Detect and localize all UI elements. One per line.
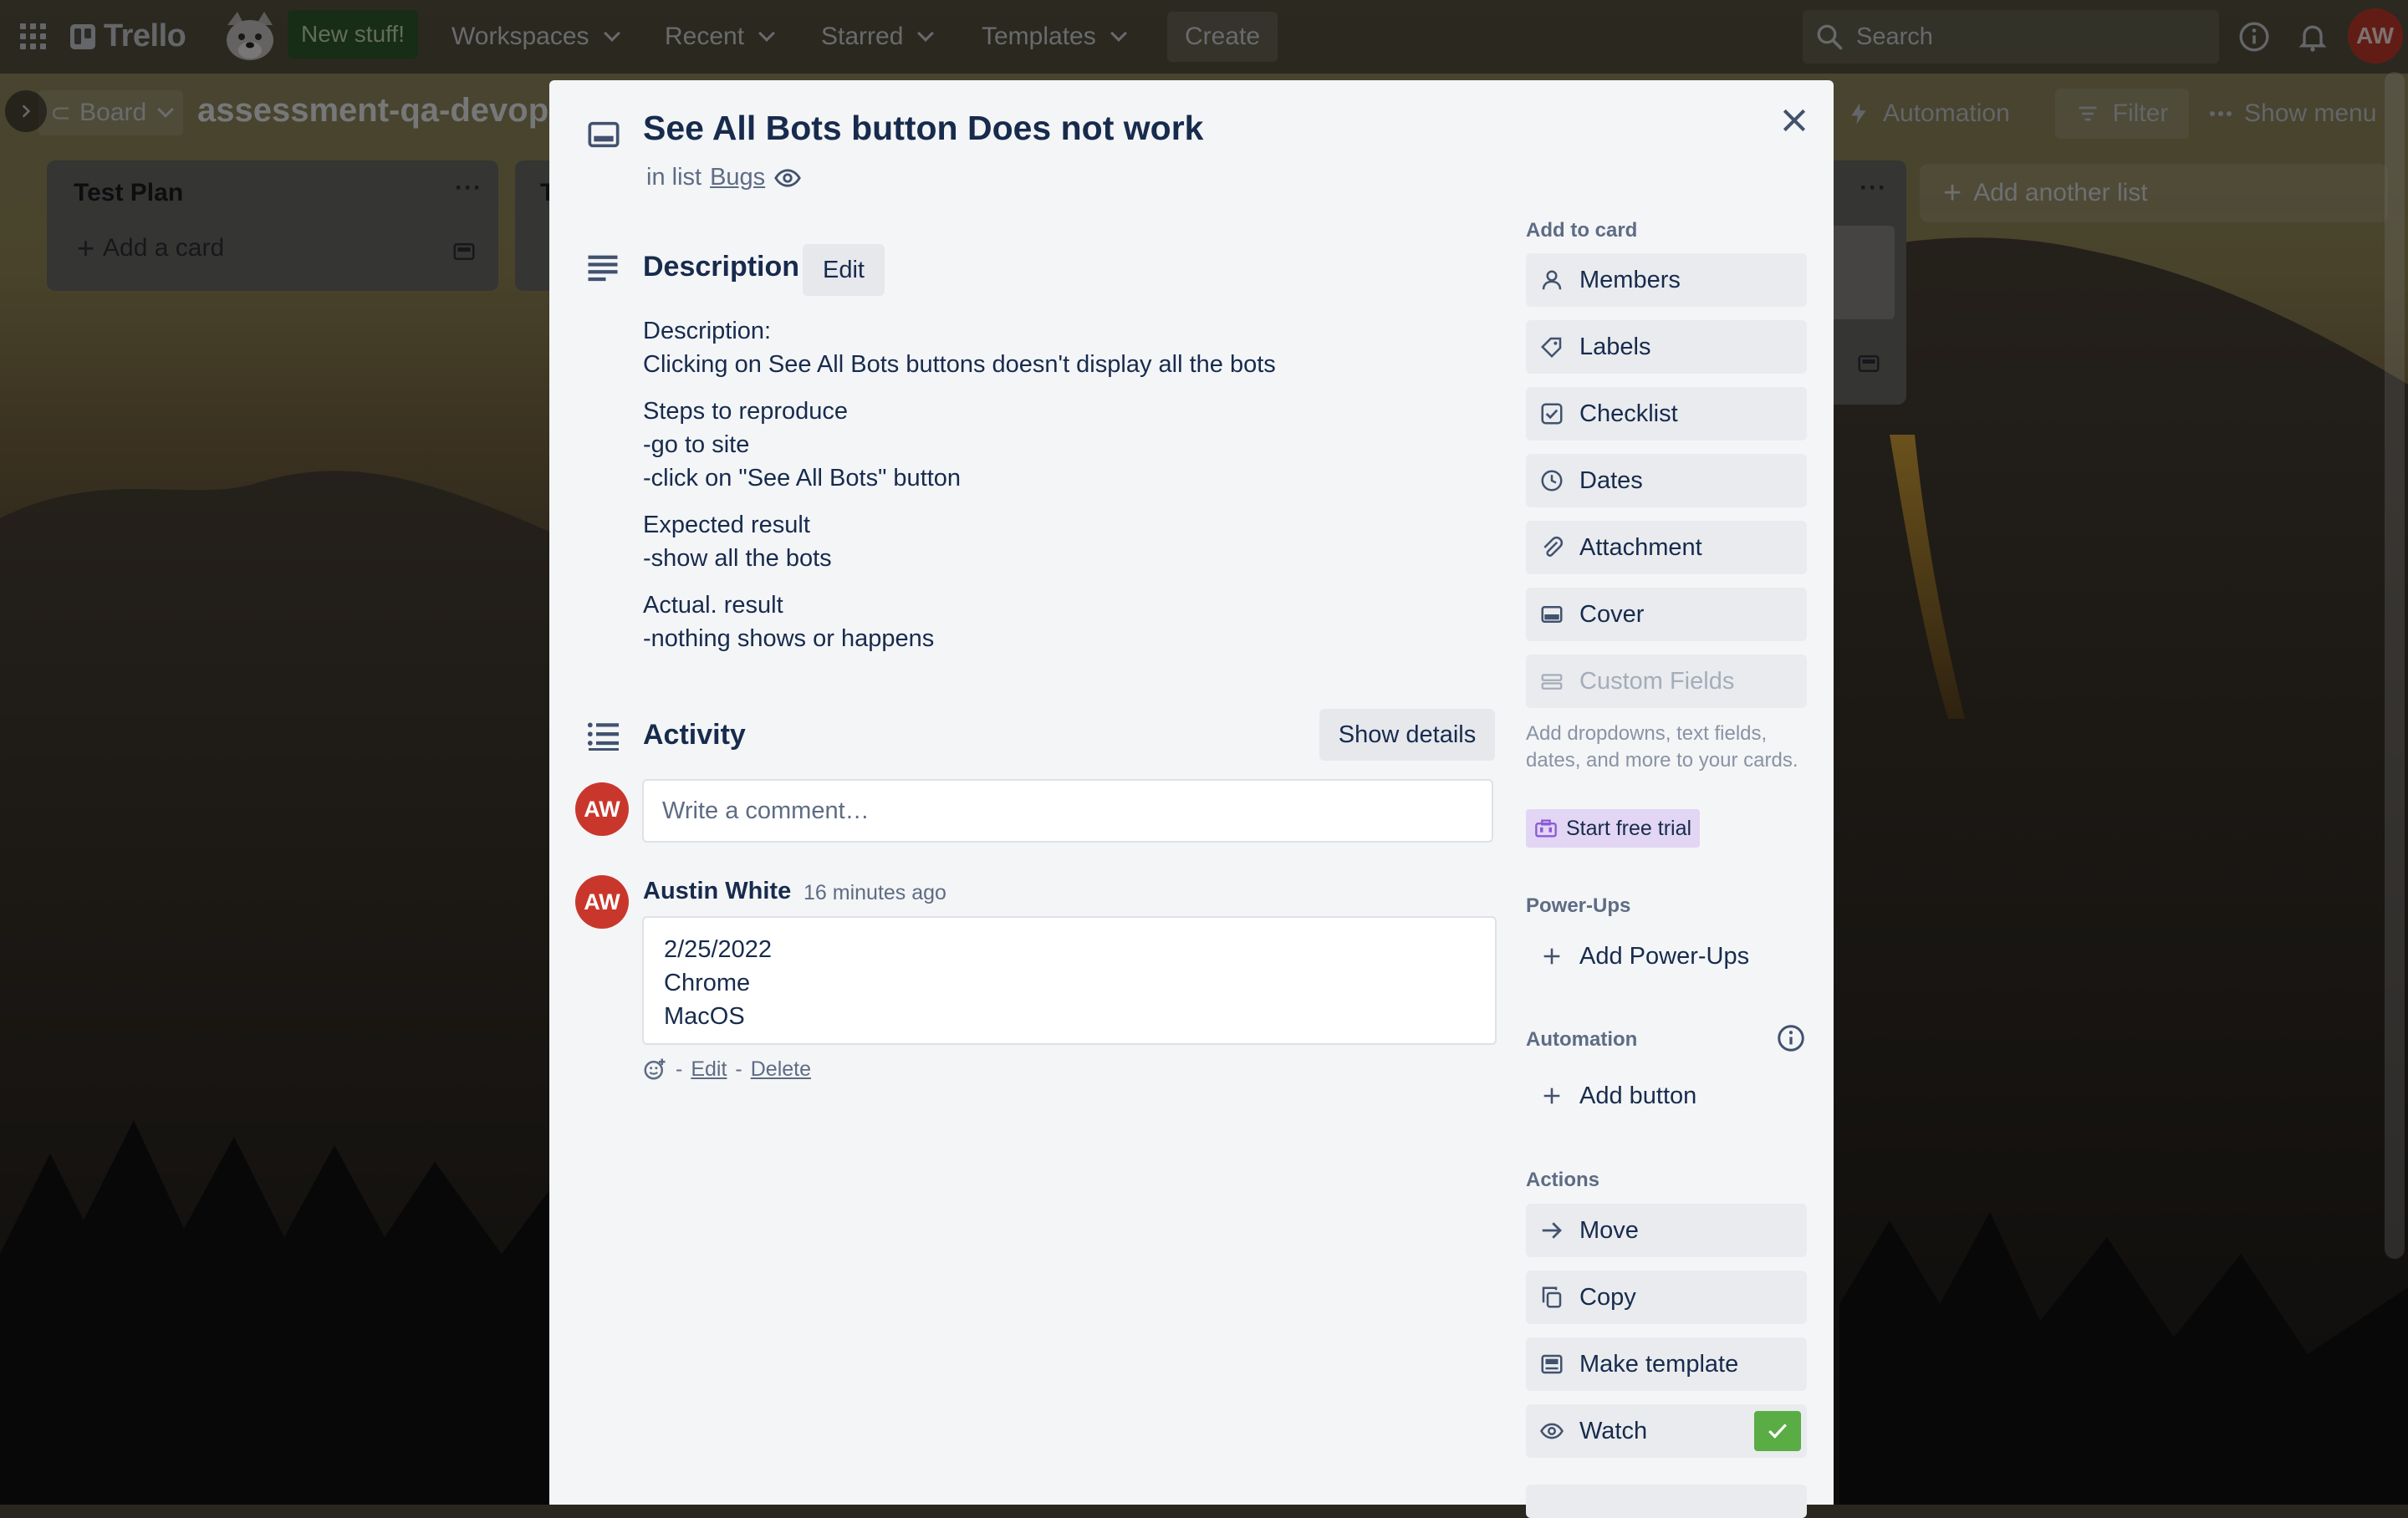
person-icon bbox=[1538, 266, 1566, 294]
members-button[interactable]: Members bbox=[1526, 253, 1807, 307]
description-text[interactable]: Description: Clicking on See All Bots but… bbox=[643, 314, 1462, 669]
close-icon[interactable] bbox=[1778, 104, 1811, 137]
comment-input[interactable] bbox=[642, 779, 1493, 843]
comment-author-avatar[interactable]: AW bbox=[575, 875, 629, 929]
comment-delete-link[interactable]: Delete bbox=[751, 1057, 811, 1082]
checklist-icon bbox=[1538, 400, 1566, 428]
add-to-card-heading: Add to card bbox=[1526, 219, 1638, 242]
clock-icon bbox=[1538, 466, 1566, 495]
dates-button[interactable]: Dates bbox=[1526, 454, 1807, 507]
attachment-button[interactable]: Attachment bbox=[1526, 521, 1807, 574]
checkmark-icon bbox=[1768, 1424, 1787, 1439]
eye-icon bbox=[1538, 1417, 1566, 1445]
archive-button-partial[interactable] bbox=[1526, 1485, 1807, 1518]
plus-icon bbox=[1538, 1082, 1566, 1110]
plus-icon bbox=[1538, 942, 1566, 970]
cover-button[interactable]: Cover bbox=[1526, 588, 1807, 641]
list-link[interactable]: Bugs bbox=[710, 164, 765, 191]
custom-fields-button[interactable]: Custom Fields bbox=[1526, 655, 1807, 708]
add-reaction-icon[interactable] bbox=[642, 1057, 667, 1082]
power-ups-heading: Power-Ups bbox=[1526, 894, 1631, 917]
custom-fields-promo: Add dropdowns, text fields, dates, and m… bbox=[1526, 722, 1798, 772]
watch-status-badge bbox=[1754, 1411, 1801, 1451]
briefcase-icon bbox=[1535, 819, 1557, 838]
current-user-avatar[interactable]: AW bbox=[575, 782, 629, 836]
comment-actions: - Edit - Delete bbox=[642, 1057, 811, 1082]
add-button-button[interactable]: Add button bbox=[1526, 1069, 1807, 1123]
comment-body: 2/25/2022 Chrome MacOS bbox=[642, 916, 1497, 1045]
info-icon[interactable] bbox=[1776, 1023, 1806, 1053]
card-title[interactable]: See All Bots button Does not work bbox=[643, 109, 1203, 148]
comment-author[interactable]: Austin White bbox=[643, 878, 791, 905]
show-details-button[interactable]: Show details bbox=[1319, 709, 1495, 761]
copy-icon bbox=[1538, 1283, 1566, 1312]
description-paragraph: Actual. result -nothing shows or happens bbox=[643, 592, 935, 652]
cover-icon bbox=[1538, 600, 1566, 629]
edit-description-button[interactable]: Edit bbox=[803, 244, 885, 296]
comment-timestamp[interactable]: 16 minutes ago bbox=[804, 881, 946, 905]
label-icon bbox=[1538, 333, 1566, 361]
card-icon bbox=[588, 121, 620, 148]
description-heading: Description bbox=[643, 251, 800, 283]
description-icon bbox=[588, 255, 618, 282]
make-template-button[interactable]: Make template bbox=[1526, 1337, 1807, 1391]
description-paragraph: Steps to reproduce -go to site -click on "… bbox=[643, 398, 962, 492]
custom-fields-icon bbox=[1538, 667, 1566, 695]
paperclip-icon bbox=[1538, 533, 1566, 562]
eye-icon bbox=[774, 168, 802, 187]
labels-button[interactable]: Labels bbox=[1526, 320, 1807, 374]
start-free-trial-button[interactable]: Start free trial bbox=[1526, 809, 1701, 848]
comment-edit-link[interactable]: Edit bbox=[691, 1057, 727, 1082]
template-icon bbox=[1538, 1350, 1566, 1378]
automation-heading: Automation bbox=[1526, 1028, 1638, 1051]
actions-heading: Actions bbox=[1526, 1169, 1600, 1191]
add-power-ups-button[interactable]: Add Power-Ups bbox=[1526, 930, 1807, 983]
description-paragraph: Description: Clicking on See All Bots but… bbox=[643, 318, 1276, 378]
activity-heading: Activity bbox=[643, 719, 746, 751]
checklist-button[interactable]: Checklist bbox=[1526, 387, 1807, 441]
description-paragraph: Expected result -show all the bots bbox=[643, 512, 832, 572]
copy-button[interactable]: Copy bbox=[1526, 1271, 1807, 1324]
move-button[interactable]: Move bbox=[1526, 1204, 1807, 1257]
arrow-right-icon bbox=[1538, 1216, 1566, 1245]
card-list-info: in list Bugs bbox=[646, 164, 802, 191]
activity-icon bbox=[587, 722, 619, 751]
